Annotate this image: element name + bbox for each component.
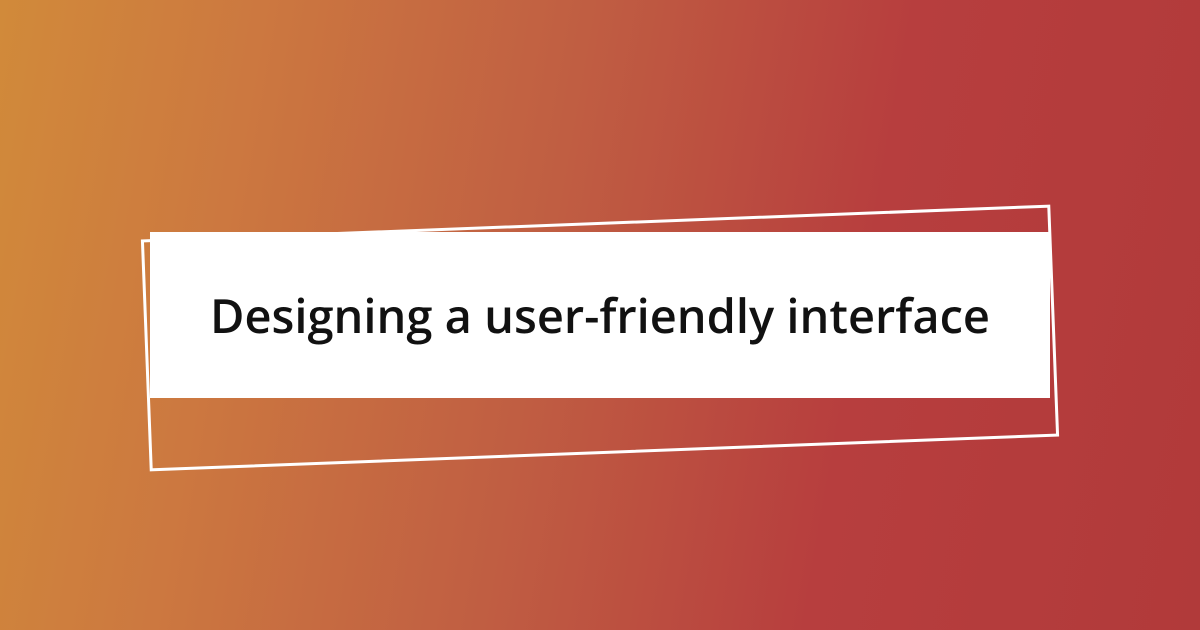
title-card-wrapper: Designing a user-friendly interface [150, 232, 1050, 399]
title-card: Designing a user-friendly interface [150, 232, 1050, 399]
page-title: Designing a user-friendly interface [210, 286, 990, 345]
